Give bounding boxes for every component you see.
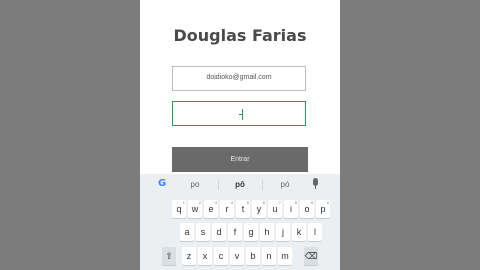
- text-cursor: [242, 109, 243, 120]
- text-cursor-handle: [239, 114, 242, 115]
- key-i[interactable]: i8: [284, 200, 298, 218]
- key-d[interactable]: d: [212, 223, 226, 241]
- key-h[interactable]: h: [260, 223, 274, 241]
- suggestion-divider: [262, 180, 263, 190]
- backspace-key-icon[interactable]: ⌫: [304, 247, 318, 265]
- right-letterbox: [340, 0, 480, 270]
- suggestion-divider: [218, 180, 219, 190]
- key-z[interactable]: z: [182, 247, 196, 265]
- key-p[interactable]: p0: [316, 200, 330, 218]
- microphone-icon-stem: [315, 186, 316, 189]
- google-icon[interactable]: G: [158, 179, 168, 189]
- suggestion-1[interactable]: po: [180, 180, 210, 189]
- key-y[interactable]: y6: [252, 200, 266, 218]
- key-j[interactable]: j: [276, 223, 290, 241]
- key-k[interactable]: k: [292, 223, 306, 241]
- shift-key-icon[interactable]: ⇧: [162, 247, 176, 265]
- password-field[interactable]: [172, 101, 306, 126]
- key-g[interactable]: g: [244, 223, 258, 241]
- key-a[interactable]: a: [180, 223, 194, 241]
- email-value: doidioko@gmail.com: [206, 74, 272, 81]
- phone-screen: Douglas Farias doidioko@gmail.com Entrar…: [140, 0, 340, 270]
- key-c[interactable]: c: [214, 247, 228, 265]
- key-w[interactable]: w2: [188, 200, 202, 218]
- suggestion-bar: G po pô pó: [140, 174, 340, 196]
- suggestion-2[interactable]: pô: [225, 180, 255, 189]
- key-v[interactable]: v: [230, 247, 244, 265]
- key-q[interactable]: q1: [172, 200, 186, 218]
- key-l[interactable]: l: [308, 223, 322, 241]
- key-n[interactable]: n: [262, 247, 276, 265]
- keyboard-row-1: q1w2e3r4t5y6u7i8o9p0: [140, 200, 340, 218]
- key-e[interactable]: e3: [204, 200, 218, 218]
- key-r[interactable]: r4: [220, 200, 234, 218]
- key-x[interactable]: x: [198, 247, 212, 265]
- keyboard-row-2: asdfghjkl: [140, 223, 340, 241]
- microphone-icon[interactable]: [313, 178, 318, 186]
- left-letterbox: [0, 0, 140, 270]
- soft-keyboard: G po pô pó q1w2e3r4t5y6u7i8o9p0 asdfghjk…: [140, 174, 340, 270]
- suggestion-3[interactable]: pó: [270, 180, 300, 189]
- key-u[interactable]: u7: [268, 200, 282, 218]
- key-t[interactable]: t5: [236, 200, 250, 218]
- key-s[interactable]: s: [196, 223, 210, 241]
- email-field[interactable]: doidioko@gmail.com: [172, 66, 306, 91]
- key-b[interactable]: b: [246, 247, 260, 265]
- enter-button[interactable]: Entrar: [172, 147, 308, 172]
- page-title: Douglas Farias: [173, 26, 307, 45]
- key-o[interactable]: o9: [300, 200, 314, 218]
- key-f[interactable]: f: [228, 223, 242, 241]
- key-m[interactable]: m: [278, 247, 292, 265]
- keyboard-row-3: ⇧ z x c v b n m ⌫: [140, 247, 340, 265]
